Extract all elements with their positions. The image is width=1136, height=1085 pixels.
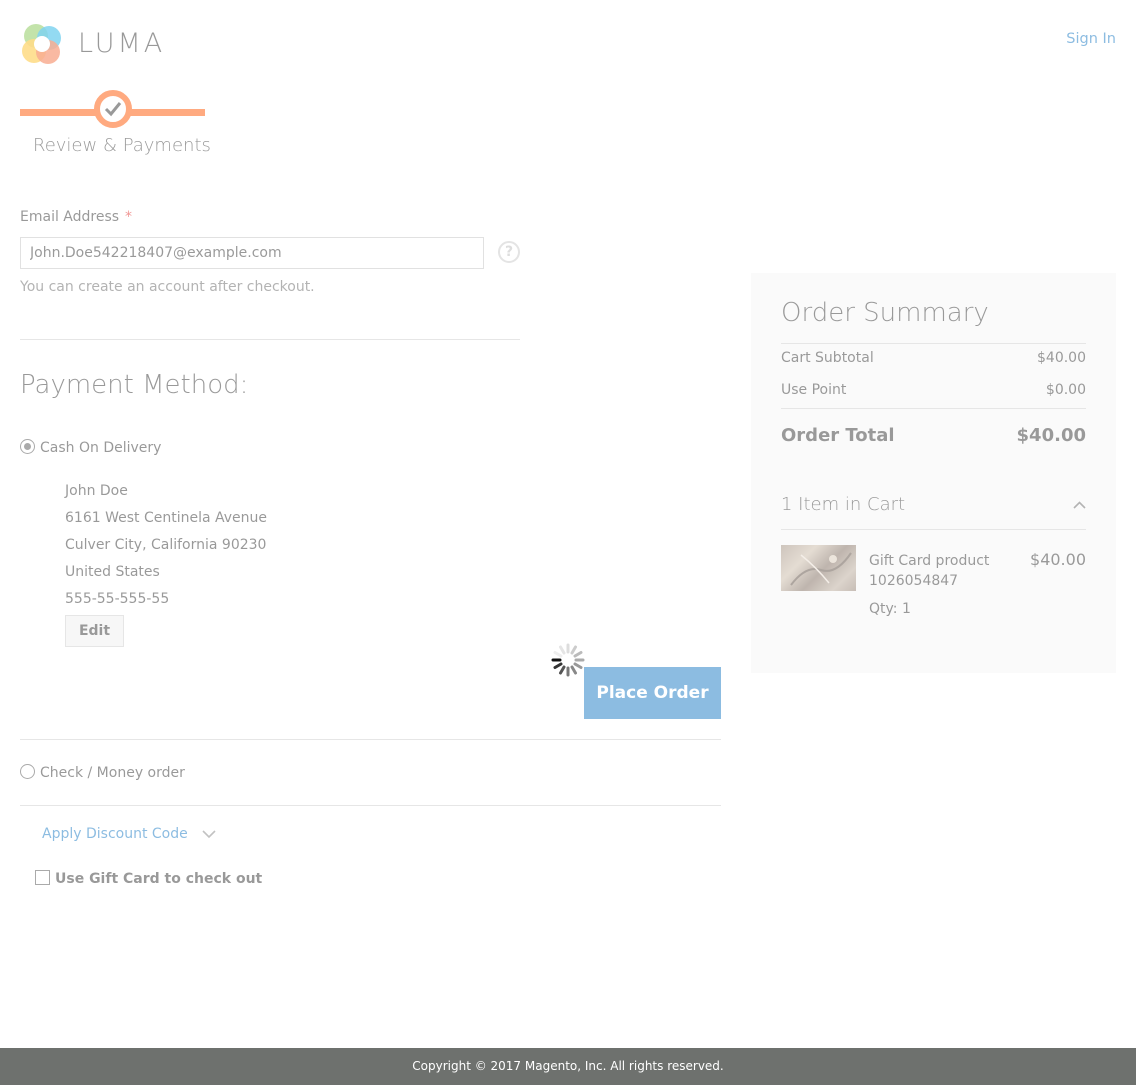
loading-overlay bbox=[0, 0, 1136, 1048]
footer-copyright: Copyright © 2017 Magento, Inc. All right… bbox=[0, 1048, 1136, 1085]
loading-spinner-icon bbox=[551, 643, 585, 677]
